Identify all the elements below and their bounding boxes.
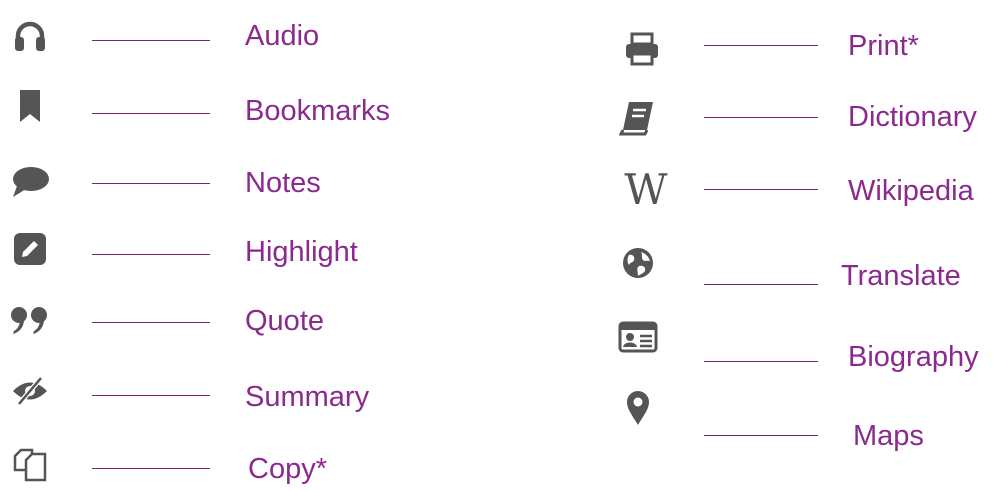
- connector-line: [704, 117, 818, 118]
- label-bookmarks: Bookmarks: [245, 95, 391, 127]
- connector-line: [92, 113, 210, 114]
- label-translate: Translate: [841, 260, 961, 292]
- label-biography: Biography: [848, 341, 979, 373]
- printer-icon: [620, 27, 664, 71]
- connector-line: [92, 40, 210, 41]
- label-summary: Summary: [245, 381, 370, 413]
- connector-line: [704, 189, 818, 190]
- connector-line: [92, 322, 210, 323]
- wikipedia-glyph: W: [624, 165, 668, 214]
- connector-line: [92, 254, 210, 255]
- label-wikipedia: Wikipedia: [848, 175, 974, 207]
- book-icon: [616, 96, 660, 140]
- id-card-icon: [616, 315, 660, 359]
- wikipedia-icon: W: [614, 168, 678, 212]
- label-dictionary: Dictionary: [848, 101, 977, 133]
- connector-line: [92, 183, 210, 184]
- connector-line: [92, 395, 210, 396]
- speech-bubble-icon: [8, 160, 52, 204]
- label-quote: Quote: [245, 305, 324, 337]
- label-maps: Maps: [853, 420, 924, 452]
- connector-line: [92, 468, 210, 469]
- globe-icon: [616, 241, 660, 285]
- connector-line: [704, 361, 818, 362]
- bookmark-icon: [8, 84, 52, 128]
- connector-line: [704, 435, 818, 436]
- pencil-square-icon: [8, 227, 52, 271]
- connector-line: [704, 284, 818, 285]
- copy-icon: [8, 442, 52, 486]
- label-copy: Copy*: [248, 453, 327, 485]
- eye-slash-icon: [8, 369, 52, 413]
- label-audio: Audio: [245, 20, 320, 52]
- label-highlight: Highlight: [245, 236, 358, 268]
- map-marker-icon: [616, 386, 660, 430]
- quote-icon: [8, 299, 52, 343]
- connector-line: [704, 45, 818, 46]
- label-notes: Notes: [245, 167, 321, 199]
- label-print: Print*: [848, 30, 919, 62]
- headphones-icon: [8, 14, 52, 58]
